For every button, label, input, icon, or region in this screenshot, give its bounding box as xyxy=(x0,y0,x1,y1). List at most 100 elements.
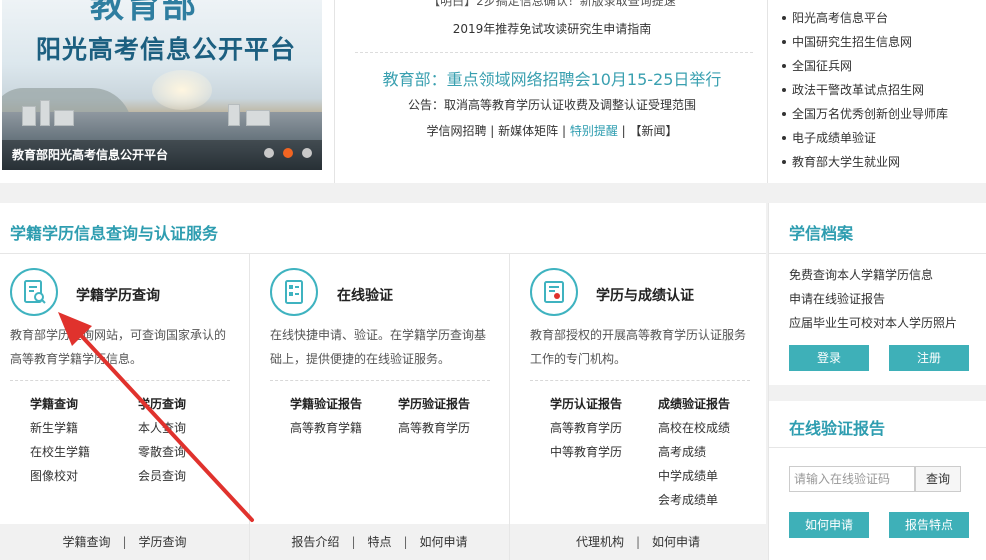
archive-title: 学信档案 xyxy=(789,224,854,243)
slider-dots xyxy=(264,148,312,158)
banner-building xyxy=(54,110,74,126)
sub-heading[interactable]: 学籍验证报告 xyxy=(290,392,362,416)
archive-link[interactable]: 应届毕业生可校对本人学历照片 xyxy=(789,314,957,331)
banner-headline: 阳光高考信息公开平台 xyxy=(36,35,297,64)
divider xyxy=(10,380,230,381)
column-footer: 报告介绍 | 特点 | 如何申请 xyxy=(250,524,509,560)
sub-link[interactable]: 高考成绩 xyxy=(658,440,730,464)
news-panel: 【明白】2步搞定信息确认！新版录取查询提速 2019年推荐免试攻读研究生申请指南… xyxy=(334,0,768,183)
footer-link[interactable]: 学籍查询 xyxy=(62,535,110,549)
sub-link[interactable]: 中学成绩单 xyxy=(658,464,730,488)
footer-link[interactable]: 特点 xyxy=(367,535,391,549)
link-media[interactable]: 新媒体矩阵 xyxy=(498,124,558,138)
banner-slider[interactable]: 教育部 阳光高考信息公开平台 教育部阳光高考信息公开平台 xyxy=(2,0,322,170)
banner-brand: 教育部 xyxy=(90,0,198,26)
sub-link[interactable]: 本人查询 xyxy=(138,416,186,440)
sub-link[interactable]: 新生学籍 xyxy=(30,416,90,440)
service-column-verify: 在线验证 在线快捷申请、验证。在学籍学历查询基础上，提供便捷的在线验证服务。 学… xyxy=(250,254,510,560)
sub-link[interactable]: 高等教育学历 xyxy=(398,416,470,440)
site-link[interactable]: 电子成绩单验证 xyxy=(780,126,980,150)
link-recruit[interactable]: 学信网招聘 xyxy=(426,124,486,138)
register-button[interactable]: 注册 xyxy=(889,345,969,371)
service-column-query: 学籍学历查询 教育部学历查询网站，可查询国家承认的高等教育学籍学历信息。 学籍查… xyxy=(0,254,250,560)
right-sidebar: 学信档案 免费查询本人学籍学历信息 申请在线验证报告 应届毕业生可校对本人学历照… xyxy=(768,203,986,560)
sub-link[interactable]: 高等教育学籍 xyxy=(290,416,362,440)
sub-heading[interactable]: 学历查询 xyxy=(138,392,186,416)
site-link[interactable]: 政法干警改革试点招生网 xyxy=(780,78,980,102)
site-link[interactable]: 全国万名优秀创新创业导师库 xyxy=(780,102,980,126)
verify-code-input[interactable] xyxy=(789,466,915,492)
sub-list: 学历查询 本人查询 零散查询 会员查询 xyxy=(138,392,186,488)
footer-link[interactable]: 学历查询 xyxy=(139,535,187,549)
link-news[interactable]: 【新闻】 xyxy=(630,124,678,138)
sub-heading[interactable]: 学籍查询 xyxy=(30,392,90,416)
slider-dot[interactable] xyxy=(264,148,274,158)
sub-link[interactable]: 会员查询 xyxy=(138,464,186,488)
divider xyxy=(769,447,986,448)
sub-heading[interactable]: 成绩验证报告 xyxy=(658,392,730,416)
sub-heading[interactable]: 学历认证报告 xyxy=(550,392,622,416)
service-name[interactable]: 在线验证 xyxy=(337,285,393,305)
report-features-button[interactable]: 报告特点 xyxy=(889,512,969,538)
banner-building xyxy=(22,106,36,126)
divider xyxy=(530,380,750,381)
sub-link[interactable]: 零散查询 xyxy=(138,440,186,464)
sub-list: 成绩验证报告 高校在校成绩 高考成绩 中学成绩单 会考成绩单 xyxy=(658,392,730,512)
sub-list: 学籍查询 新生学籍 在校生学籍 图像校对 xyxy=(30,392,90,488)
news-item[interactable]: 2019年推荐免试攻读研究生申请指南 xyxy=(335,20,769,37)
sub-link[interactable]: 高等教育学历 xyxy=(550,416,622,440)
site-link[interactable]: 阳光高考信息平台 xyxy=(780,6,980,30)
related-sites-list: 阳光高考信息平台 中国研究生招生信息网 全国征兵网 政法干警改革试点招生网 全国… xyxy=(780,6,980,174)
banner-caption[interactable]: 教育部阳光高考信息公开平台 xyxy=(12,146,168,163)
service-name[interactable]: 学历与成绩认证 xyxy=(596,285,694,305)
news-notice[interactable]: 公告：取消高等教育学历认证收费及调整认证受理范围 xyxy=(335,96,769,113)
certificate-icon[interactable] xyxy=(530,268,578,316)
column-footer: 学籍查询 | 学历查询 xyxy=(0,524,249,560)
service-name[interactable]: 学籍学历查询 xyxy=(76,285,160,305)
archive-link[interactable]: 申请在线验证报告 xyxy=(789,290,885,307)
service-description: 教育部授权的开展高等教育学历认证服务工作的专门机构。 xyxy=(530,328,747,366)
news-links: 学信网招聘 | 新媒体矩阵 | 特别提醒 | 【新闻】 xyxy=(426,124,678,138)
sub-link[interactable]: 中等教育学历 xyxy=(550,440,622,464)
online-verify-icon[interactable] xyxy=(270,268,318,316)
link-reminder[interactable]: 特别提醒 xyxy=(570,124,618,138)
divider xyxy=(270,380,490,381)
how-to-apply-button[interactable]: 如何申请 xyxy=(789,512,869,538)
sub-list: 学历验证报告 高等教育学历 xyxy=(398,392,470,440)
student-record-icon[interactable] xyxy=(10,268,58,316)
banner-building xyxy=(246,110,270,126)
sub-link[interactable]: 高校在校成绩 xyxy=(658,416,730,440)
service-panel: 学籍学历信息查询与认证服务 学籍学历查询 教育部学历查询网站，可查询国家承认的高… xyxy=(0,203,766,560)
service-panel-title: 学籍学历信息查询与认证服务 xyxy=(10,224,219,243)
login-button[interactable]: 登录 xyxy=(789,345,869,371)
site-link[interactable]: 中国研究生招生信息网 xyxy=(780,30,980,54)
top-section: 教育部 阳光高考信息公开平台 教育部阳光高考信息公开平台 【明白】2步搞定信息确… xyxy=(0,0,986,183)
site-link[interactable]: 教育部大学生就业网 xyxy=(780,150,980,174)
footer-link[interactable]: 如何申请 xyxy=(652,535,700,549)
news-headline[interactable]: 教育部：重点领域网络招聘会10月15-25日举行 xyxy=(335,66,769,90)
footer-link[interactable]: 如何申请 xyxy=(420,535,468,549)
sub-link[interactable]: 图像校对 xyxy=(30,464,90,488)
footer-link[interactable]: 代理机构 xyxy=(576,535,624,549)
news-divider xyxy=(355,52,753,53)
sub-list: 学籍验证报告 高等教育学籍 xyxy=(290,392,362,440)
site-link[interactable]: 全国征兵网 xyxy=(780,54,980,78)
archive-link[interactable]: 免费查询本人学籍学历信息 xyxy=(789,266,933,283)
slider-dot[interactable] xyxy=(302,148,312,158)
slider-dot-active[interactable] xyxy=(283,148,293,158)
banner-building xyxy=(40,100,50,126)
banner-sun xyxy=(152,70,212,110)
service-description: 在线快捷申请、验证。在学籍学历查询基础上，提供便捷的在线验证服务。 xyxy=(270,328,487,366)
footer-link[interactable]: 报告介绍 xyxy=(291,535,339,549)
service-description: 教育部学历查询网站，可查询国家承认的高等教育学籍学历信息。 xyxy=(10,328,227,366)
sub-link[interactable]: 会考成绩单 xyxy=(658,488,730,512)
column-footer: 代理机构 | 如何申请 xyxy=(510,524,766,560)
divider xyxy=(769,253,986,254)
sub-link[interactable]: 在校生学籍 xyxy=(30,440,90,464)
service-column-certify: 学历与成绩认证 教育部授权的开展高等教育学历认证服务工作的专门机构。 学历认证报… xyxy=(510,254,766,560)
banner-building xyxy=(228,104,240,126)
sub-heading[interactable]: 学历验证报告 xyxy=(398,392,470,416)
verify-title: 在线验证报告 xyxy=(789,419,886,438)
news-cut-line[interactable]: 【明白】2步搞定信息确认！新版录取查询提速 xyxy=(335,0,769,9)
query-button[interactable]: 查询 xyxy=(915,466,961,492)
